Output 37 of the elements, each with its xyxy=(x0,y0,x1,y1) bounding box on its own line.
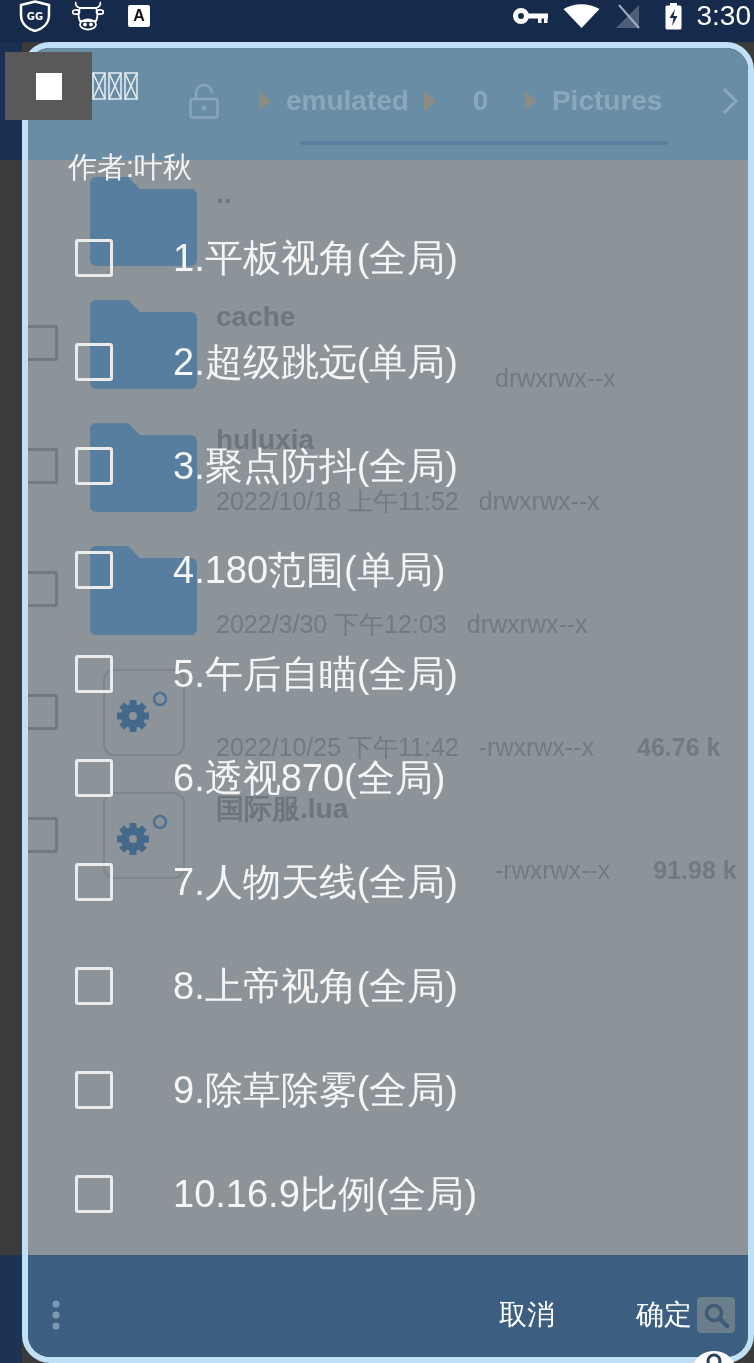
missing-glyph-icon xyxy=(124,72,138,100)
wifi-icon xyxy=(562,4,600,28)
app-badge: A xyxy=(128,5,150,27)
checkbox[interactable] xyxy=(28,325,58,361)
more-vertical-icon[interactable] xyxy=(52,1300,60,1330)
triangle-icon xyxy=(422,90,437,112)
file-name: .. xyxy=(216,180,232,208)
checkbox[interactable] xyxy=(28,694,58,730)
stop-icon xyxy=(35,72,62,100)
missing-glyph-icon xyxy=(92,72,106,100)
checkbox[interactable] xyxy=(28,817,58,853)
shield-icon: GG xyxy=(18,0,52,32)
triangle-icon xyxy=(523,90,538,112)
option-label[interactable]: 6.透视870(全局) xyxy=(173,759,446,797)
search-icon[interactable] xyxy=(697,1297,735,1333)
key-icon xyxy=(512,7,548,25)
no-signal-icon xyxy=(614,3,640,29)
triangle-icon xyxy=(258,90,272,112)
stop-button[interactable] xyxy=(5,52,92,120)
chevron-right-icon[interactable] xyxy=(722,87,738,115)
cancel-button[interactable]: 取消 xyxy=(495,1289,559,1341)
clock-time: 3:30 xyxy=(696,0,751,32)
option-label[interactable]: 9.除草除雾(全局) xyxy=(173,1071,458,1109)
missing-glyph-icon xyxy=(108,72,122,100)
option-label[interactable]: 1.平板视角(全局) xyxy=(173,239,458,277)
option-label[interactable]: 7.人物天线(全局) xyxy=(173,863,458,901)
unlock-icon[interactable] xyxy=(188,83,220,119)
option-label[interactable]: 8.上帝视角(全局) xyxy=(173,967,458,1005)
author-text: 作者:叶秋 xyxy=(68,150,193,185)
option-label[interactable]: 2.超级跳远(单局) xyxy=(173,343,458,381)
option-label[interactable]: 10.16.9比例(全局) xyxy=(173,1175,478,1213)
checkbox[interactable] xyxy=(28,571,58,607)
cow-icon xyxy=(72,1,104,31)
option-label[interactable]: 4.180范围(单局) xyxy=(173,551,446,589)
option-label[interactable]: 5.午后自瞄(全局) xyxy=(173,655,458,693)
confirm-button[interactable]: 确定 xyxy=(632,1289,696,1341)
checkbox[interactable] xyxy=(28,448,58,484)
